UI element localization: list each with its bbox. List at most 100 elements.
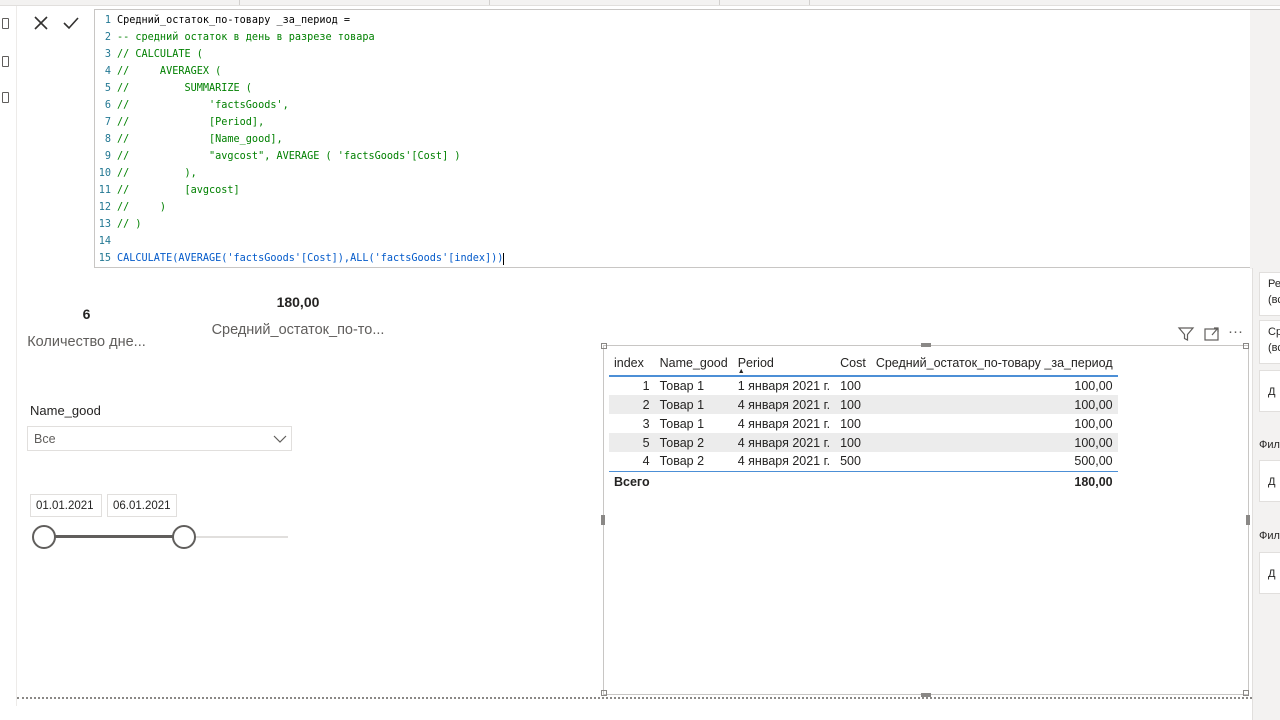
- add-data-field-box[interactable]: Д: [1259, 552, 1280, 594]
- ribbon-segment: [490, 0, 720, 5]
- close-icon: [34, 16, 48, 30]
- dax-formula-editor[interactable]: 1 Средний_остаток_по-товару _за_период =…: [94, 9, 1280, 269]
- table-row[interactable]: 5 Товар 2 4 января 2021 г. 100 100,00: [609, 433, 1118, 452]
- table-row[interactable]: 4 Товар 2 4 января 2021 г. 500 500,00: [609, 452, 1118, 471]
- code-text: // AVERAGEX (: [117, 66, 222, 77]
- cell-name-good: Товар 2: [654, 433, 733, 452]
- code-line: 9 // "avgcost", AVERAGE ( 'factsGoods'[C…: [95, 148, 1245, 165]
- cell-cost: 100: [840, 416, 861, 431]
- cell-index: 5: [609, 433, 655, 452]
- table-row[interactable]: 1 Товар 1 1 января 2021 г. 100 100,00: [609, 376, 1118, 395]
- total-value: 180,00: [870, 470, 1118, 493]
- card-days-count[interactable]: 6 Количество дне...: [24, 306, 149, 350]
- dropdown-value: Все: [34, 431, 56, 446]
- line-number: 15: [98, 253, 111, 264]
- line-number: 3: [104, 49, 111, 60]
- column-header-cost[interactable]: Cost: [835, 350, 871, 377]
- code-text: // [Period],: [117, 117, 265, 128]
- cell-measure: 100,00: [1074, 379, 1113, 393]
- code-line: 6 // 'factsGoods',: [95, 97, 1245, 114]
- ribbon-segment: [240, 0, 490, 5]
- line-number: 11: [98, 185, 111, 196]
- cell-period: 4 января 2021 г.: [737, 454, 831, 469]
- line-number: 8: [104, 134, 111, 145]
- ribbon-strip: [0, 0, 1280, 6]
- code-line: 3 // CALCULATE (: [95, 46, 1245, 63]
- model-view-icon[interactable]: [2, 92, 9, 103]
- code-line: 2 -- средний остаток в день в разрезе то…: [95, 29, 1245, 46]
- more-options-button[interactable]: ···: [1228, 323, 1243, 340]
- line-number: 10: [98, 168, 111, 179]
- code-text: // [Name_good],: [117, 134, 283, 145]
- date-slider-start-handle[interactable]: [32, 525, 56, 549]
- name-good-dropdown[interactable]: Все: [27, 426, 292, 451]
- total-empty-cell: [835, 470, 871, 493]
- cell-period: 4 января 2021 г.: [737, 416, 831, 431]
- code-text: CALCULATE(AVERAGE('factsGoods'[Cost]),AL…: [117, 253, 504, 264]
- data-table: index Name_good Period ▲ Cost Средний_ос…: [609, 350, 1118, 493]
- cancel-formula-button[interactable]: [28, 10, 54, 36]
- cell-period: 1 января 2021 г.: [737, 379, 831, 393]
- table-total-row: Всего 180,00: [609, 470, 1118, 493]
- date-slider-end-handle[interactable]: [172, 525, 196, 549]
- filter-section-label: Фил: [1259, 439, 1280, 451]
- table-header-row: index Name_good Period ▲ Cost Средний_ос…: [609, 350, 1118, 377]
- line-number: 14: [98, 236, 111, 247]
- total-label: Всего: [609, 470, 655, 493]
- page-boundary: [17, 697, 1280, 699]
- code-line: 10 // ),: [95, 165, 1245, 182]
- check-icon: [63, 17, 79, 30]
- column-header-measure[interactable]: Средний_остаток_по-товару _за_период: [870, 350, 1118, 377]
- focus-mode-icon[interactable]: [1203, 325, 1221, 343]
- report-view-icon[interactable]: [2, 18, 9, 29]
- card-label: Количество дне...: [27, 334, 146, 350]
- cell-measure: 100,00: [1074, 416, 1113, 431]
- code-text: // SUMMARIZE (: [117, 83, 252, 94]
- card-avg-stock[interactable]: 180,00 Средний_остаток_по-то...: [205, 294, 391, 338]
- card-label: Средний_остаток_по-то...: [211, 322, 385, 338]
- add-data-field-box[interactable]: Д: [1259, 460, 1280, 502]
- data-view-icon[interactable]: [2, 56, 9, 67]
- cell-cost: 100: [835, 395, 871, 414]
- resize-edge-handle[interactable]: [601, 515, 605, 525]
- cell-index: 1: [642, 379, 650, 393]
- filter-section-label: Фил: [1259, 530, 1280, 542]
- filter-icon[interactable]: [1177, 325, 1195, 343]
- resize-corner-handle[interactable]: [601, 343, 607, 349]
- resize-edge-handle[interactable]: [1246, 515, 1250, 525]
- cell-measure: 100,00: [870, 433, 1118, 452]
- cell-cost: 100: [840, 379, 861, 393]
- cell-name-good: Товар 1: [659, 379, 705, 393]
- add-data-field-box[interactable]: Д: [1259, 370, 1280, 412]
- code-text: Средний_остаток_по-товару _за_период =: [117, 15, 351, 26]
- table-row[interactable]: 2 Товар 1 4 января 2021 г. 100 100,00: [609, 395, 1118, 414]
- cell-index: 4: [642, 454, 650, 469]
- filter-card[interactable]: Ср (вс: [1259, 320, 1280, 364]
- code-text: // [avgcost]: [117, 185, 240, 196]
- filter-card[interactable]: Ре (вс: [1259, 272, 1280, 316]
- column-header-period[interactable]: Period ▲: [732, 350, 836, 377]
- resize-corner-handle[interactable]: [601, 690, 607, 696]
- date-to-input[interactable]: 06.01.2021: [107, 494, 177, 517]
- filter-card-subtitle: (вс: [1268, 342, 1280, 354]
- table-row[interactable]: 3 Товар 1 4 января 2021 г. 100 100,00: [609, 414, 1118, 433]
- column-header-index[interactable]: index: [609, 350, 655, 377]
- code-line: 5 // SUMMARIZE (: [95, 80, 1245, 97]
- cell-name-good: Товар 1: [659, 416, 705, 431]
- ribbon-segment: [80, 0, 240, 5]
- code-line: 8 // [Name_good],: [95, 131, 1245, 148]
- line-number: 5: [104, 83, 111, 94]
- commit-formula-button[interactable]: [58, 10, 84, 36]
- code-text: // CALCULATE (: [117, 49, 203, 60]
- column-header-name-good[interactable]: Name_good: [654, 350, 733, 377]
- code-line: 4 // AVERAGEX (: [95, 63, 1245, 80]
- total-empty-cell: [654, 470, 733, 493]
- view-switcher-rail: [0, 6, 17, 706]
- resize-corner-handle[interactable]: [1243, 343, 1249, 349]
- date-from-input[interactable]: 01.01.2021: [30, 494, 102, 517]
- resize-corner-handle[interactable]: [1243, 690, 1249, 696]
- code-line: 1 Средний_остаток_по-товару _за_период =: [95, 12, 1245, 29]
- resize-edge-handle[interactable]: [921, 343, 931, 347]
- filter-card-subtitle: (вс: [1268, 294, 1280, 306]
- card-value: 6: [82, 306, 91, 322]
